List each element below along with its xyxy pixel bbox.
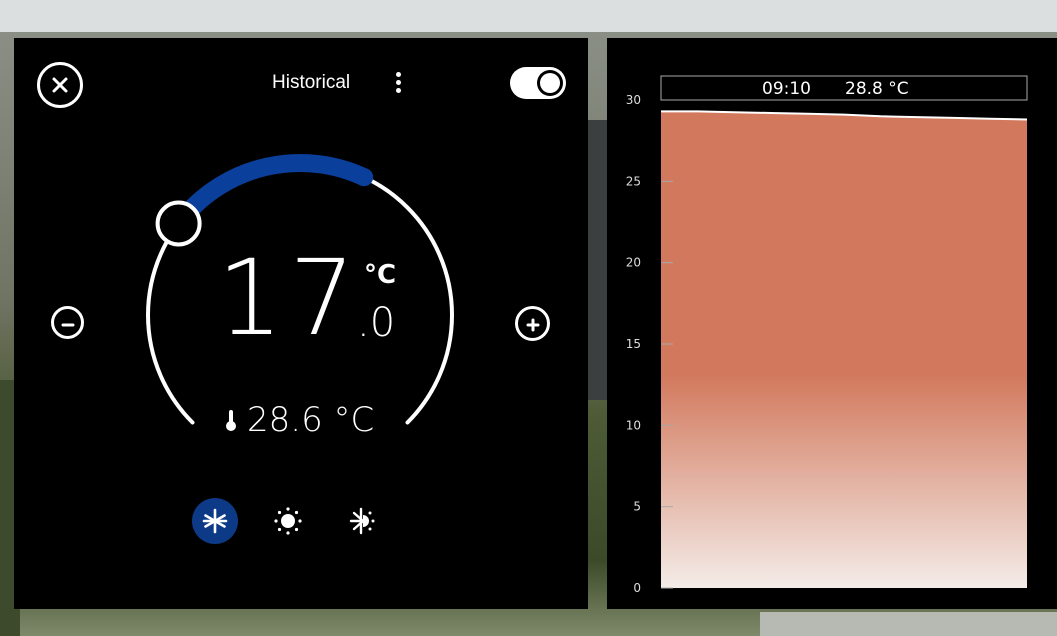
dial-handle[interactable] [155, 200, 202, 247]
thermometer-icon [226, 410, 236, 431]
thermostat-panel: Historical 17 °C .0 28.6 °C [14, 38, 588, 609]
y-tick-label: 30 [626, 93, 641, 107]
dial-active-range [174, 154, 374, 227]
minus-icon [61, 323, 74, 326]
chart-area [661, 111, 1027, 589]
current-temperature-value: 28.6 °C [247, 400, 375, 440]
history-chart-panel: 0 5 10 15 20 25 30 09:10 28.8 °C [607, 38, 1057, 609]
y-tick-label: 15 [626, 337, 641, 351]
snowflake-icon [202, 508, 228, 534]
mode-heat-button[interactable] [265, 498, 311, 544]
chart-tooltip-time: 09:10 [762, 79, 811, 99]
mode-auto-button[interactable] [340, 498, 386, 544]
chart-tooltip-box [660, 75, 1028, 101]
mode-cool-button[interactable] [192, 498, 238, 544]
decrease-button[interactable] [51, 306, 84, 339]
setpoint-decimal: .0 [357, 300, 396, 346]
y-tick-label: 0 [633, 581, 641, 595]
increase-button[interactable] [515, 306, 550, 341]
setpoint-unit: °C [364, 260, 397, 290]
temperature-history-chart[interactable]: 0 5 10 15 20 25 30 09:10 28.8 °C [607, 38, 1057, 609]
current-temperature: 28.6 °C [225, 400, 374, 440]
plus-icon [526, 318, 539, 331]
setpoint-value: 17 [217, 237, 362, 359]
y-tick-label: 10 [626, 418, 641, 432]
auto-mode-icon [349, 507, 375, 535]
y-tick-label: 25 [626, 174, 641, 188]
chart-tooltip-value: 28.8 °C [845, 79, 909, 99]
y-tick-label: 20 [626, 256, 641, 270]
background-path [760, 612, 1057, 636]
y-tick-label: 5 [633, 500, 641, 514]
sun-icon [274, 507, 302, 535]
